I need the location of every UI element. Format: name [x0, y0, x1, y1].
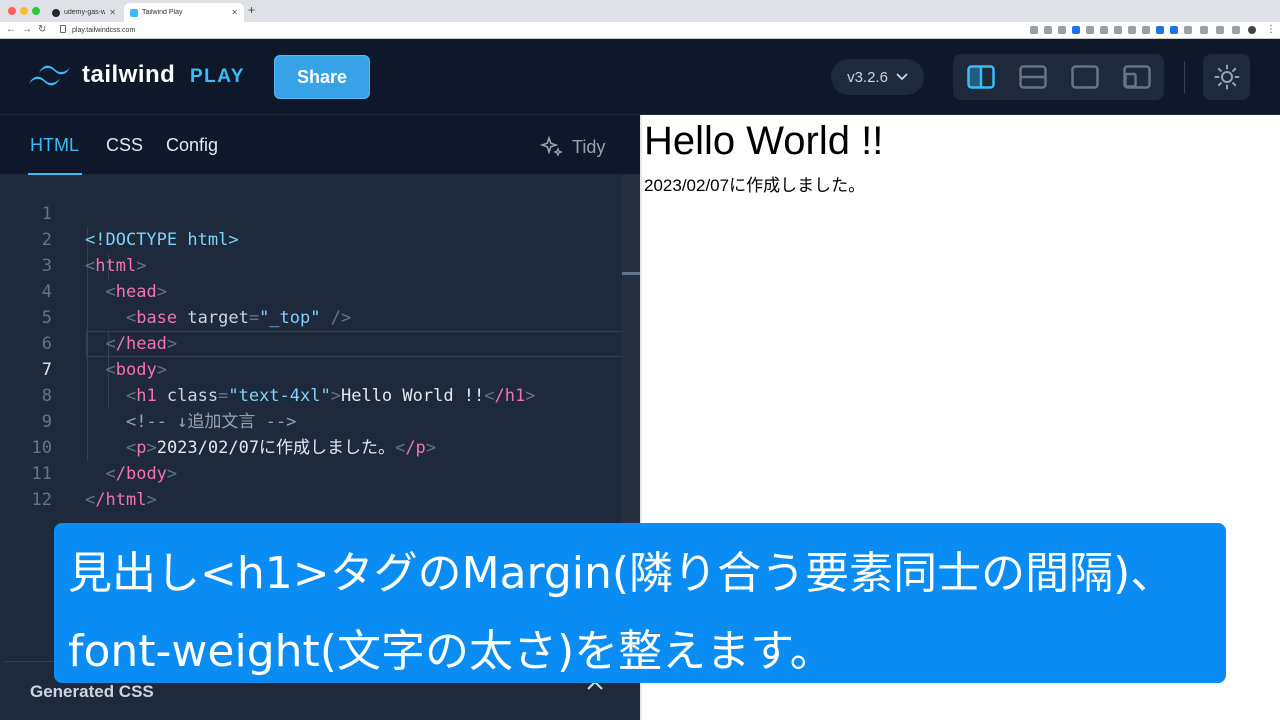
tidy-label: Tidy: [572, 136, 606, 157]
github-icon: [52, 8, 60, 17]
tab-html[interactable]: HTML: [30, 135, 79, 156]
theme-toggle-button[interactable]: [1203, 54, 1250, 100]
version-select[interactable]: v3.2.6: [831, 59, 924, 95]
code-line: 7 <h1 class="text-4xl">Hello World !!</h…: [0, 331, 622, 406]
scrollbar-thumb[interactable]: [622, 272, 640, 275]
generated-css-label: Generated CSS: [30, 682, 154, 701]
kebab-menu-icon[interactable]: ⋮: [1266, 24, 1276, 35]
extension-icon[interactable]: [1216, 26, 1224, 34]
code-line: 9 <p>2023/02/07に作成しました。</p>: [0, 383, 622, 458]
tab-title: udemy-gas-web-study-01/hel: [64, 9, 106, 16]
extension-icon[interactable]: [1184, 26, 1192, 34]
puzzle-icon[interactable]: [1200, 26, 1208, 34]
brand-suffix: PLAY: [190, 66, 245, 87]
close-tab-icon[interactable]: ✕: [109, 8, 116, 17]
close-window-dot[interactable]: [8, 7, 16, 15]
extension-icon[interactable]: [1156, 26, 1164, 34]
extension-icon[interactable]: [1072, 26, 1080, 34]
extension-icon[interactable]: [1114, 26, 1122, 34]
browser-tab-tailwind-play[interactable]: Tailwind Play ✕: [124, 3, 244, 22]
extension-icon[interactable]: [1100, 26, 1108, 34]
layout-horizontal-split-icon[interactable]: [1019, 65, 1047, 89]
avatar[interactable]: [1248, 26, 1256, 34]
code-line: 1 <!DOCTYPE html>: [0, 175, 622, 250]
layout-responsive-icon[interactable]: [1123, 65, 1151, 89]
layout-vertical-split-icon[interactable]: [967, 65, 995, 89]
side-panel-icon[interactable]: [1232, 26, 1240, 34]
close-tab-icon[interactable]: ✕: [231, 8, 238, 17]
preview-heading: Hello World !!: [644, 119, 884, 163]
tab-title: Tailwind Play: [142, 9, 183, 16]
extension-icon[interactable]: [1128, 26, 1136, 34]
caption-overlay: 見出し<h1>タグのMargin(隣り合う要素同士の間隔)、 font-weig…: [54, 523, 1226, 683]
code-line: 5 </head>: [0, 279, 622, 354]
preview-paragraph: 2023/02/07に作成しました。: [644, 176, 866, 195]
brand-name: tailwind: [82, 61, 176, 88]
chevron-down-icon: [896, 73, 908, 81]
extension-icon[interactable]: [1170, 26, 1178, 34]
tailwind-logo-icon: [29, 65, 70, 86]
caption-line-1: 見出し<h1>タグのMargin(隣り合う要素同士の間隔)、: [68, 548, 1175, 599]
version-label: v3.2.6: [847, 68, 888, 86]
editor-tabs: HTML CSS Config Tidy: [0, 115, 640, 175]
reload-icon[interactable]: ↻: [38, 24, 46, 35]
tailwind-favicon-icon: [130, 8, 138, 17]
code-line: 3 <head>: [0, 227, 622, 302]
tab-config[interactable]: Config: [166, 135, 218, 156]
code-token: /html: [95, 490, 147, 510]
layout-switcher: [953, 54, 1164, 100]
code-line: 8 <!-- ↓追加文言 -->: [0, 357, 622, 432]
browser-tab-github[interactable]: udemy-gas-web-study-01/hel ✕: [46, 3, 122, 22]
extension-icon[interactable]: [1142, 26, 1150, 34]
bookmark-star-icon[interactable]: [1086, 26, 1094, 34]
line-number: 12: [31, 490, 52, 510]
code-line: 12: [0, 461, 622, 510]
share-page-icon[interactable]: [1058, 26, 1066, 34]
code-line: 11 </html>: [0, 435, 622, 510]
tab-css[interactable]: CSS: [106, 135, 143, 156]
new-tab-icon[interactable]: +: [248, 3, 255, 17]
layout-preview-only-icon[interactable]: [1071, 65, 1099, 89]
tidy-button[interactable]: Tidy: [540, 135, 605, 159]
zoom-window-dot[interactable]: [32, 7, 40, 15]
caption-line-2: font-weight(文字の太さ)を整えます。: [68, 626, 834, 677]
sparkles-icon: [540, 135, 563, 157]
extension-icon[interactable]: [1030, 26, 1038, 34]
browser-tab-bar: udemy-gas-web-study-01/hel ✕ Tailwind Pl…: [0, 0, 1280, 22]
code-line: 10 </body>: [0, 409, 622, 484]
sun-icon: [1214, 64, 1239, 90]
share-button[interactable]: Share: [274, 55, 370, 99]
code-line: 6 <body>: [0, 305, 622, 380]
header-divider: [1184, 61, 1185, 93]
code-line: 4 <base target="_top" />: [0, 253, 622, 328]
extension-icon[interactable]: [1044, 26, 1052, 34]
minimize-window-dot[interactable]: [20, 7, 28, 15]
forward-arrow-icon[interactable]: →: [22, 24, 32, 35]
app-header: tailwind PLAY Share v3.2.6: [0, 39, 1280, 115]
back-arrow-icon[interactable]: ←: [6, 24, 16, 35]
code-line: 2 <html>: [0, 201, 622, 276]
url-field[interactable]: play.tailwindcss.com: [58, 24, 1018, 37]
address-bar: ← → ↻ play.tailwindcss.com ⋮: [0, 22, 1280, 39]
